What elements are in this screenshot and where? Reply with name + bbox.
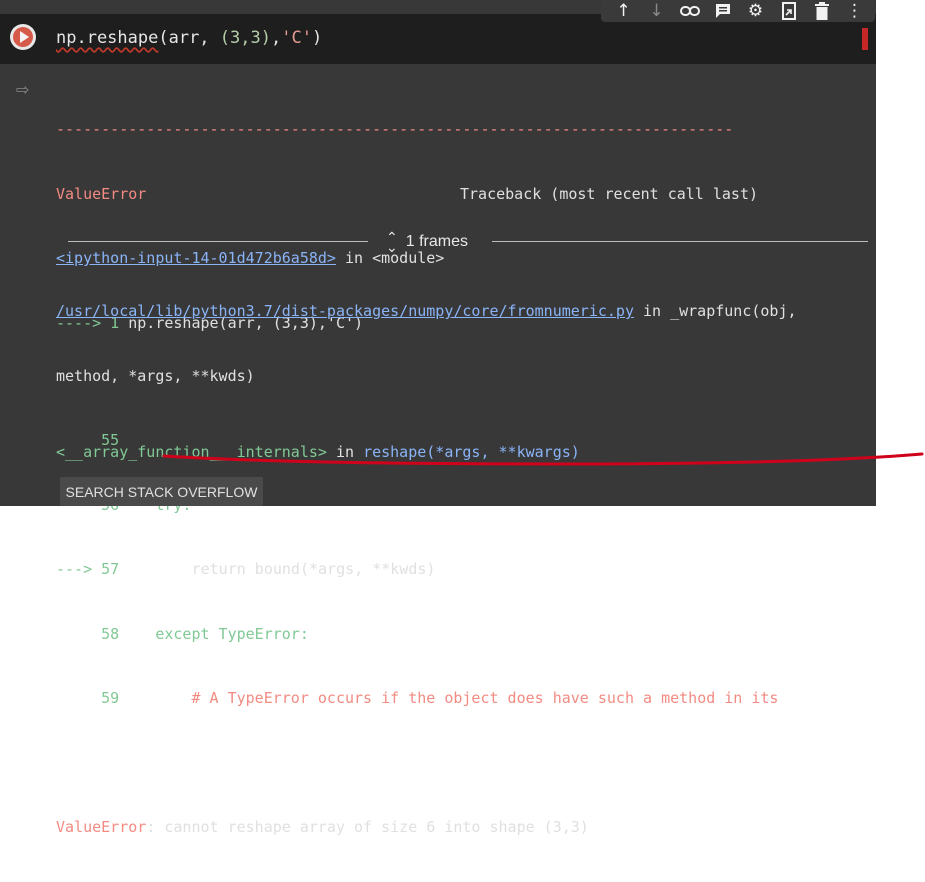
arrow-up-icon[interactable]: ↑ [607, 0, 640, 22]
error-type: ValueError [56, 184, 147, 203]
more-vert-icon[interactable]: ⋮ [838, 0, 871, 22]
trash-icon[interactable] [805, 0, 838, 22]
link-icon[interactable] [673, 0, 706, 22]
frames-count: 1 frames [405, 233, 468, 250]
traceback-header-row: ValueError Traceback (most recent call la… [56, 184, 758, 206]
src-line-58: 58 except TypeError: [56, 624, 797, 646]
src-current-arrow: ---> [56, 560, 93, 578]
cell-toolbar: ↑ ↓ ⚙ ⋮ [601, 0, 875, 22]
code-comma: , [270, 28, 282, 48]
frames-label-group[interactable]: ⌃ ⌄ 1 frames [386, 230, 468, 254]
notebook-panel: np.reshape(arr, (3,3),'C') ⇨ -----------… [0, 0, 876, 836]
frame-3-cont-row: method, *args, **kwds) [56, 366, 255, 385]
src-line-57: ---> 57 return bound(*args, **kwds) [56, 559, 797, 581]
frame-3-link[interactable]: /usr/local/lib/python3.7/dist-packages/n… [56, 302, 634, 320]
cell-output-lower: /usr/local/lib/python3.7/dist-packages/n… [56, 258, 797, 882]
comment-icon[interactable] [706, 0, 739, 22]
gear-icon[interactable]: ⚙ [739, 0, 772, 22]
frames-divider-right [492, 241, 868, 242]
scrollbar-error-marker [862, 28, 868, 50]
traceback-dashes: ----------------------------------------… [56, 120, 734, 138]
search-stack-overflow-button[interactable]: SEARCH STACK OVERFLOW [60, 477, 263, 506]
src-code: return bound(*args, **kwds) [119, 560, 436, 578]
final-error-message: : cannot reshape array of size 6 into sh… [146, 818, 589, 836]
src-line-number: 58 [56, 624, 120, 643]
frame-3-in: in _wrapfunc(obj, [633, 302, 797, 320]
code-args-open: (arr, [158, 28, 220, 48]
frames-divider-left [68, 241, 368, 242]
expand-collapse-icon: ⌃ ⌄ [386, 229, 398, 255]
code-editor-line[interactable]: np.reshape(arr, (3,3),'C') [56, 28, 322, 48]
run-cell-button[interactable] [10, 24, 36, 50]
code-function: np.reshape [56, 28, 159, 48]
final-error-type: ValueError [56, 818, 147, 836]
src-line-number: 55 [56, 431, 120, 449]
traceback-header: Traceback (most recent call last) [460, 184, 759, 203]
blank-row [56, 753, 797, 775]
play-icon [19, 31, 29, 43]
src-line-number: 57 [92, 560, 120, 578]
src-line-number: 59 [56, 689, 120, 707]
code-close: ) [311, 28, 323, 48]
code-tuple: (3,3) [219, 28, 271, 48]
arrow-down-icon[interactable]: ↓ [640, 0, 673, 22]
src-code-comment: # A TypeError occurs if the object does … [119, 689, 779, 707]
collapsed-frames-toggle[interactable]: ⌃ ⌄ 1 frames [68, 230, 868, 254]
final-error-row: ValueError: cannot reshape array of size… [56, 817, 797, 839]
red-annotation-underline [162, 452, 924, 466]
code-order-string: 'C' [281, 28, 312, 48]
output-actions-icon[interactable]: ⇨ [16, 80, 34, 99]
src-line-59: 59 # A TypeError occurs if the object do… [56, 688, 797, 710]
frame-3-row: /usr/local/lib/python3.7/dist-packages/n… [56, 301, 797, 323]
mirror-cell-icon[interactable] [772, 0, 805, 22]
src-code: except TypeError: [119, 624, 309, 643]
